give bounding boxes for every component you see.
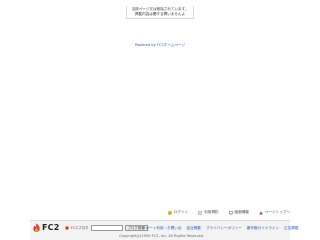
login-icon: [168, 210, 172, 215]
page: 当該ページ又は削除されています。 掲載内容は関する問いませんよ Powered …: [0, 0, 320, 240]
screen-info-link[interactable]: 画面情報: [228, 210, 249, 215]
page-top-link[interactable]: ページトップへ: [259, 210, 290, 215]
arrow-up-icon: [259, 210, 263, 214]
footer-link-company[interactable]: 会社概要: [187, 226, 201, 231]
notice-area: 当該ページ又は削除されています。 掲載内容は関する問いませんよ: [0, 0, 320, 20]
terms-link[interactable]: 利用規約: [198, 210, 219, 215]
document-icon: [198, 210, 202, 215]
fc2-footer-bar: FC2 FC2ブログ ブログ検索 サポート利用・お問い合 会社概要 プライバシー…: [30, 220, 299, 240]
footer-link-support[interactable]: サポート利用・お問い合: [142, 226, 182, 231]
fc2-flame-icon: [33, 223, 40, 232]
search-input[interactable]: [90, 225, 123, 231]
fc2-logo[interactable]: FC2: [33, 223, 60, 232]
blog-search: FC2ブログ ブログ検索: [65, 225, 148, 231]
page-top-label: ページトップへ: [264, 210, 290, 214]
footer-icon-row: ログイン 利用規約 画面情報 ページトップへ: [168, 210, 290, 215]
powered-by-link[interactable]: Powered by FC2ホームページ: [135, 43, 185, 47]
terms-label: 利用規約: [204, 210, 219, 214]
notice-box: 当該ページ又は削除されています。 掲載内容は関する問いませんよ: [125, 5, 195, 20]
footer-link-privacy[interactable]: プライバシーポリシー: [206, 226, 242, 231]
fc2-logo-text: FC2: [42, 223, 60, 232]
notice-line-2: 掲載内容は関する問いませんよ: [134, 12, 186, 16]
footer-links: サポート利用・お問い合 会社概要 プライバシーポリシー 著作権ガイドライン 広告…: [142, 226, 299, 231]
fc2-small-icon: [65, 226, 69, 230]
powered-by: Powered by FC2ホームページ: [0, 43, 320, 48]
screen-info-label: 画面情報: [234, 210, 249, 214]
footer: ログイン 利用規約 画面情報 ページトップへ FC2 FC2ブログ ブログ検索 …: [0, 209, 320, 240]
footer-link-advertise[interactable]: 広告掲載: [284, 226, 298, 231]
search-label: FC2ブログ: [71, 225, 89, 230]
screen-icon: [228, 210, 233, 215]
login-label: ログイン: [173, 210, 189, 214]
copyright: Copyright(c)1999 FC2, Inc. All Rights Re…: [119, 234, 205, 238]
login-link[interactable]: ログイン: [168, 210, 188, 215]
footer-link-copyright-guide[interactable]: 著作権ガイドライン: [247, 226, 279, 231]
